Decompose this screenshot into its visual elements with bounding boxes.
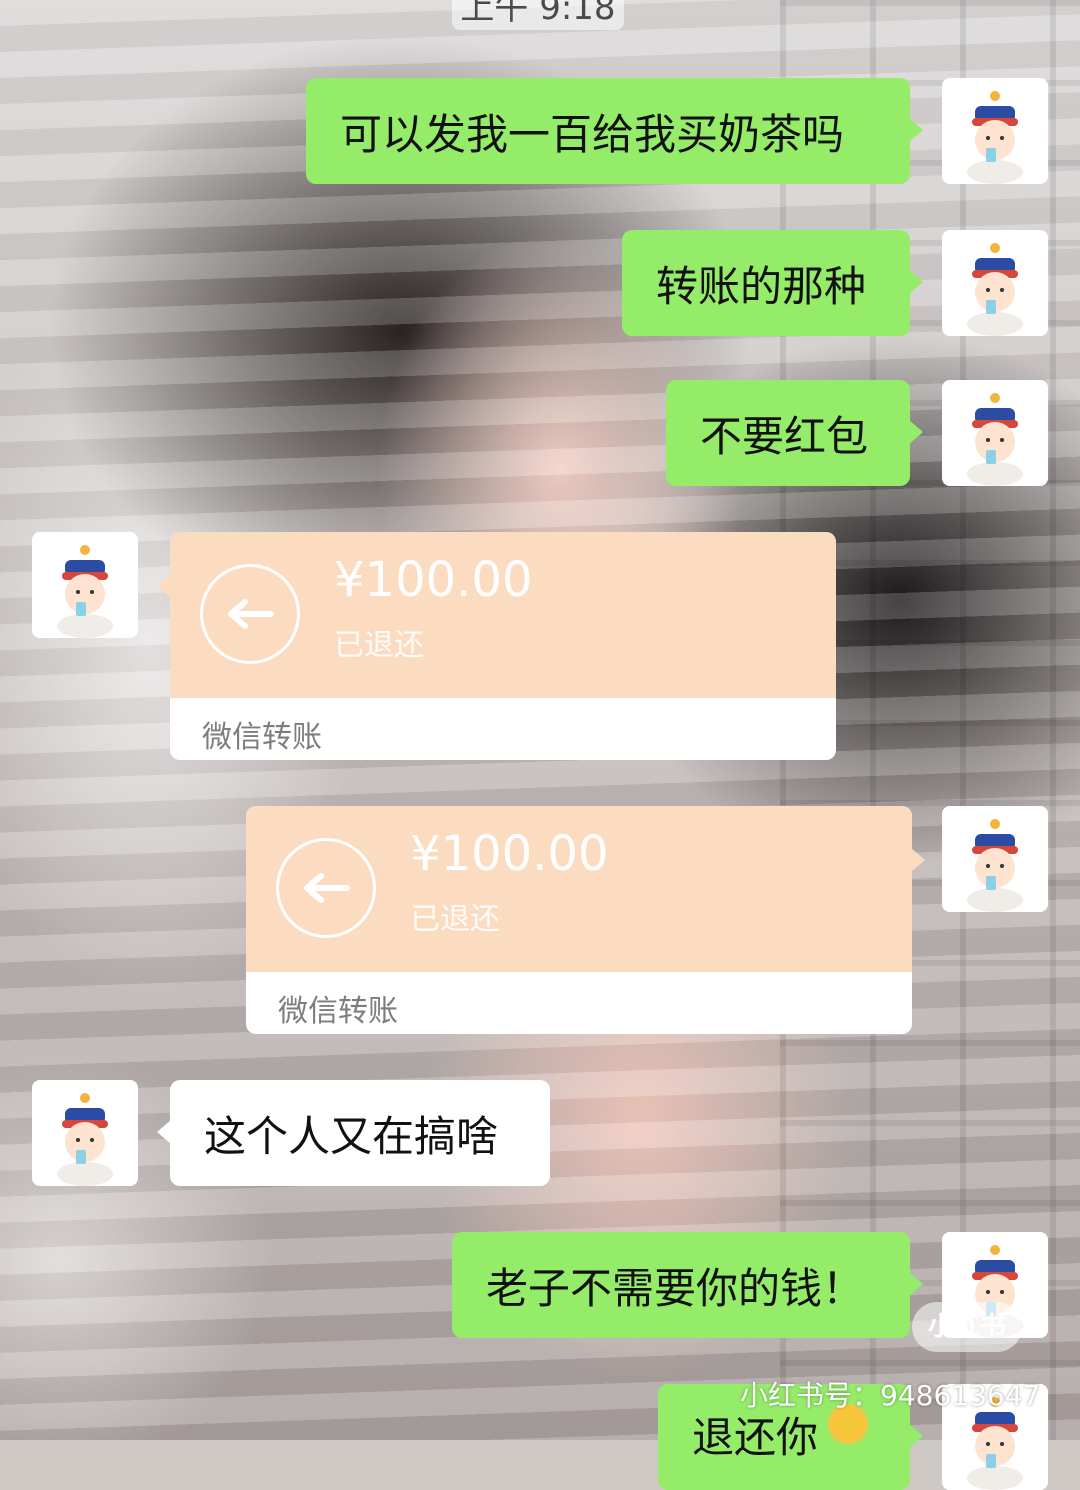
xiaohongshu-id-watermark: 小红书号：948613647: [740, 1379, 1041, 1412]
message-bubble[interactable]: 老子不需要你的钱！: [452, 1232, 923, 1338]
message-text: 不要红包: [700, 411, 869, 461]
qing-official-avatar-icon: [942, 230, 1048, 336]
avatar[interactable]: [32, 532, 138, 638]
transfer-status: 已退还: [334, 628, 424, 663]
message-text: 可以发我一百给我买奶茶吗: [340, 109, 845, 159]
message-text: 这个人又在搞啥: [204, 1111, 499, 1161]
avatar[interactable]: [942, 806, 1048, 912]
qing-official-avatar-icon: [942, 380, 1048, 486]
transfer-footer-label: 微信转账: [202, 720, 322, 755]
timestamp: 上午 9:18: [452, 0, 624, 30]
xiaohongshu-watermark-badge: 小红书: [912, 1302, 1022, 1352]
return-arrow-icon: [276, 838, 376, 938]
message-bubble[interactable]: 可以发我一百给我买奶茶吗: [306, 78, 923, 184]
message-bubble[interactable]: 这个人又在搞啥: [157, 1080, 550, 1186]
avatar[interactable]: [942, 230, 1048, 336]
transfer-amount: ¥100.00: [410, 826, 609, 882]
message-bubble[interactable]: 转账的那种: [622, 230, 923, 336]
transfer-card[interactable]: ¥100.00 已退还 微信转账: [157, 532, 836, 760]
avatar[interactable]: [32, 1080, 138, 1186]
qing-official-avatar-icon: [942, 78, 1048, 184]
transfer-status: 已退还: [410, 902, 500, 937]
transfer-footer-label: 微信转账: [278, 994, 398, 1029]
avatar[interactable]: [942, 78, 1048, 184]
return-arrow-icon: [200, 564, 300, 664]
qing-official-avatar-icon: [32, 1080, 138, 1186]
message-bubble[interactable]: 不要红包: [666, 380, 923, 486]
transfer-amount: ¥100.00: [334, 552, 533, 608]
message-text: 转账的那种: [656, 261, 867, 311]
avatar[interactable]: [942, 380, 1048, 486]
transfer-card[interactable]: ¥100.00 已退还 微信转账: [246, 806, 925, 1034]
message-text: 老子不需要你的钱！: [486, 1263, 865, 1313]
qing-official-avatar-icon: [942, 806, 1048, 912]
qing-official-avatar-icon: [32, 532, 138, 638]
